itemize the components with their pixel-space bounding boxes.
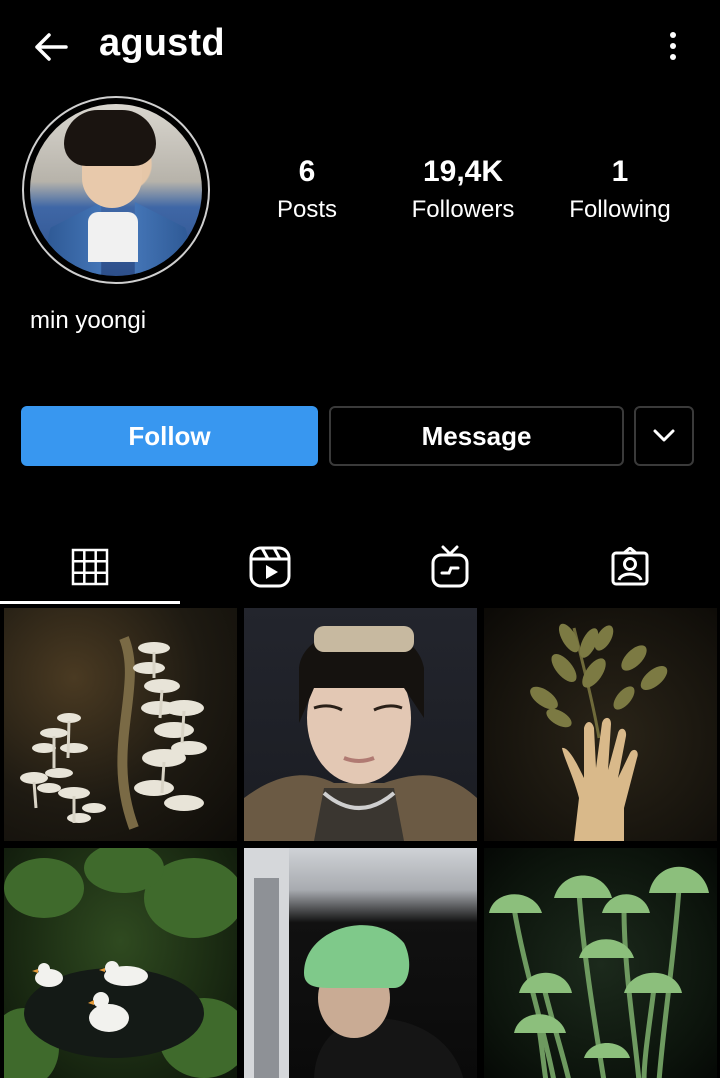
stat-followers[interactable]: 19,4K Followers bbox=[393, 152, 533, 226]
followers-label: Followers bbox=[411, 196, 515, 223]
posts-grid bbox=[0, 606, 720, 1078]
more-vertical-icon-dot bbox=[670, 43, 676, 49]
tab-tagged[interactable] bbox=[540, 530, 720, 604]
tagged-icon bbox=[611, 547, 649, 586]
more-vertical-icon bbox=[670, 32, 676, 38]
avatar-shirt bbox=[88, 212, 138, 262]
posts-label: Posts bbox=[276, 196, 338, 223]
followers-count: 19,4K bbox=[422, 155, 504, 188]
profile-tabs bbox=[0, 530, 720, 604]
post-image-hand-plant bbox=[530, 623, 668, 841]
post-thumbnail[interactable] bbox=[4, 848, 237, 1078]
post-image-mushrooms-green bbox=[489, 866, 709, 1078]
back-button[interactable] bbox=[30, 26, 72, 68]
suggested-accounts-button[interactable] bbox=[634, 406, 694, 466]
follow-button[interactable]: Follow bbox=[21, 406, 318, 466]
post-image-portrait bbox=[244, 626, 477, 841]
stat-following[interactable]: 1 Following bbox=[550, 152, 690, 226]
reels-icon bbox=[249, 546, 291, 588]
tab-igtv[interactable] bbox=[360, 530, 540, 604]
following-label: Following bbox=[569, 196, 671, 223]
post-image-mushrooms-white bbox=[20, 636, 207, 830]
top-bar: agustd bbox=[0, 0, 720, 92]
post-thumbnail[interactable] bbox=[244, 848, 477, 1078]
more-vertical-icon-dot bbox=[670, 54, 676, 60]
post-thumbnail[interactable] bbox=[484, 848, 717, 1078]
post-thumbnail[interactable] bbox=[484, 608, 717, 841]
stat-posts[interactable]: 6 Posts bbox=[237, 152, 377, 226]
posts-count: 6 bbox=[298, 155, 316, 188]
post-image-green-hair bbox=[244, 848, 464, 1078]
tab-grid[interactable] bbox=[0, 530, 180, 604]
grid-icon bbox=[71, 548, 109, 586]
profile-full-name: min yoongi bbox=[30, 307, 147, 334]
avatar[interactable] bbox=[22, 96, 210, 284]
following-count: 1 bbox=[611, 155, 629, 188]
more-options-button[interactable] bbox=[656, 26, 690, 66]
avatar-hair bbox=[64, 110, 156, 166]
post-image-ducks bbox=[4, 848, 237, 1078]
avatar-image bbox=[30, 104, 202, 276]
post-thumbnail[interactable] bbox=[244, 608, 477, 841]
profile-username: agustd bbox=[99, 22, 225, 64]
chevron-down-icon bbox=[653, 429, 675, 442]
post-thumbnail[interactable] bbox=[4, 608, 237, 841]
tab-reels[interactable] bbox=[180, 530, 360, 604]
arrow-left-icon bbox=[35, 33, 68, 61]
message-button[interactable]: Message bbox=[329, 406, 624, 466]
igtv-icon bbox=[431, 545, 469, 588]
